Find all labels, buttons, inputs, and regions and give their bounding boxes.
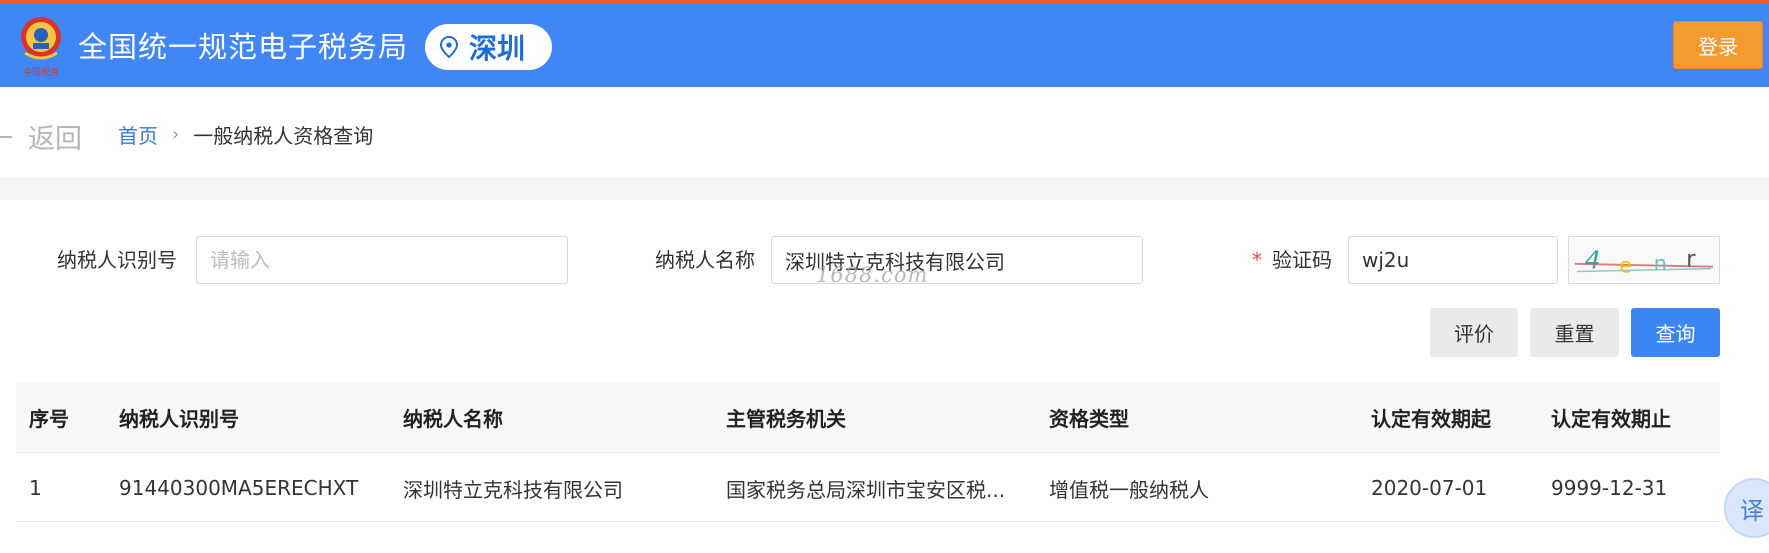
captcha-char: n: [1654, 251, 1667, 276]
column-header: 纳税人名称: [403, 406, 503, 431]
table-cell: 国家税务总局深圳市宝安区税...: [726, 477, 1006, 502]
back-button[interactable]: 返回: [0, 117, 82, 156]
section-divider: [0, 177, 1769, 200]
required-mark: *: [1252, 248, 1262, 272]
results-table: 序号 纳税人识别号 纳税人名称 主管税务机关 资格类型 认定有效期起 认定有效期…: [16, 382, 1720, 522]
back-dash-icon: [0, 135, 12, 138]
evaluate-button[interactable]: 评价: [1430, 308, 1518, 357]
column-header: 序号: [29, 406, 69, 431]
column-header: 主管税务机关: [726, 406, 846, 431]
captcha-char: r: [1686, 247, 1696, 273]
back-label: 返回: [28, 124, 82, 155]
table-row[interactable]: 1 91440300MA5ERECHXT 深圳特立克科技有限公司 国家税务总局深…: [16, 452, 1720, 522]
site-title: 全国统一规范电子税务局: [78, 30, 409, 64]
taxpayer-id-label: 纳税人识别号: [57, 248, 177, 272]
table-cell: 9999-12-31: [1551, 476, 1668, 500]
city-label: 深圳: [469, 32, 526, 65]
chevron-right-icon: ›: [172, 124, 180, 145]
column-header: 资格类型: [1049, 406, 1129, 431]
captcha-char: e: [1619, 252, 1632, 277]
column-header: 纳税人识别号: [119, 406, 239, 431]
table-cell: 1: [29, 476, 42, 500]
table-header-row: 序号 纳税人识别号 纳税人名称 主管税务机关 资格类型 认定有效期起 认定有效期…: [16, 382, 1720, 452]
watermark-text: 1688.com: [816, 263, 929, 287]
tax-emblem-icon: 中国税务: [21, 17, 61, 78]
column-header: 认定有效期止: [1551, 406, 1671, 431]
city-selector[interactable]: 深圳: [425, 24, 552, 70]
captcha-char: 4: [1585, 246, 1601, 275]
table-cell: 增值税一般纳税人: [1049, 477, 1209, 502]
svg-text:中国税务: 中国税务: [23, 66, 59, 78]
query-button[interactable]: 查询: [1631, 308, 1720, 357]
taxpayer-id-input[interactable]: [196, 236, 568, 284]
reset-button[interactable]: 重置: [1530, 308, 1619, 357]
breadcrumb-home-link[interactable]: 首页: [118, 120, 158, 149]
captcha-image[interactable]: 4 e n r: [1568, 236, 1720, 284]
captcha-label-group: * 验证码: [1252, 245, 1332, 275]
table-cell: 2020-07-01: [1371, 476, 1488, 500]
breadcrumb-bar: 返回 首页 › 一般纳税人资格查询: [0, 87, 1769, 177]
translate-button[interactable]: 译: [1724, 478, 1769, 538]
table-cell: 91440300MA5ERECHXT: [119, 476, 359, 500]
column-header: 认定有效期起: [1371, 406, 1491, 431]
table-cell: 深圳特立克科技有限公司: [403, 477, 623, 502]
breadcrumb: 首页 › 一般纳税人资格查询: [118, 120, 373, 149]
login-button[interactable]: 登录: [1673, 21, 1763, 69]
taxpayer-name-label: 纳税人名称: [655, 248, 755, 272]
map-pin-icon: [439, 36, 459, 58]
captcha-input[interactable]: [1348, 236, 1558, 284]
site-header: 中国税务 全国统一规范电子税务局 深圳 登录: [0, 3, 1769, 87]
captcha-label: 验证码: [1272, 248, 1332, 272]
breadcrumb-current: 一般纳税人资格查询: [193, 124, 374, 148]
